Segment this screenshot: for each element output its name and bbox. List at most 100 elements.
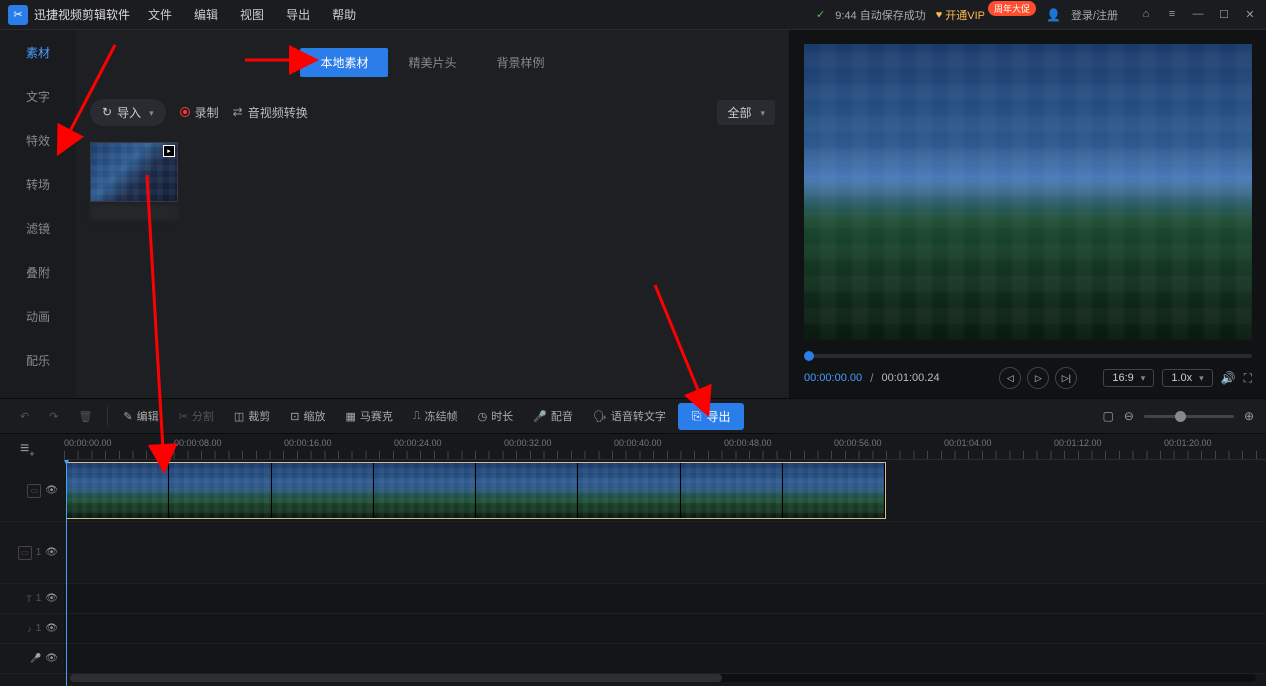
edit-button[interactable]: ✎编辑	[115, 404, 166, 428]
microphone-icon: 🎤	[533, 410, 547, 423]
video-track-header[interactable]: ▭ 👁	[0, 460, 64, 522]
clock-icon: ◷	[478, 410, 488, 423]
current-time: 00:00:00.00	[804, 372, 862, 384]
ruler-mark: 00:00:00.00	[64, 438, 112, 448]
voice-track-header[interactable]: 🎤 👁	[0, 644, 64, 674]
home-icon[interactable]: ⌂	[1138, 8, 1154, 21]
menu-export[interactable]: 导出	[286, 6, 310, 23]
tab-intros[interactable]: 精美片头	[388, 48, 476, 77]
next-frame-button[interactable]: ▷|	[1055, 367, 1077, 389]
hamburger-icon[interactable]: ≡	[1164, 8, 1180, 21]
prev-frame-button[interactable]: ◁	[999, 367, 1021, 389]
ruler-mark: 00:00:40.00	[614, 438, 662, 448]
minimize-icon[interactable]: —	[1190, 8, 1206, 21]
undo-icon: ↶	[20, 410, 29, 423]
voice-track-lane[interactable]	[64, 644, 1266, 674]
eye-icon[interactable]: 👁	[45, 593, 58, 604]
mosaic-button[interactable]: ▦马赛克	[337, 404, 400, 428]
eye-icon[interactable]: 👁	[45, 653, 58, 664]
eye-icon[interactable]: 👁	[45, 547, 58, 558]
split-button[interactable]: ✂分割	[171, 404, 222, 428]
timeline-area: ≡+ 00:00:00.0000:00:08.0000:00:16.0000:0…	[0, 434, 1266, 686]
pencil-icon: ✎	[123, 410, 132, 423]
volume-icon[interactable]: 🔊	[1221, 371, 1236, 385]
preview-progress-bar[interactable]	[804, 354, 1252, 358]
track-headers: ▭ 👁 ▭1 👁 T1 👁 ♪1 👁 🎤 👁	[0, 460, 64, 686]
redo-button[interactable]: ↷	[41, 406, 66, 427]
sidebar-item-text[interactable]: 文字	[0, 74, 76, 118]
stt-button[interactable]: 🗣语音转文字	[585, 404, 674, 428]
text-track-header[interactable]: T1 👁	[0, 584, 64, 614]
record-icon	[180, 107, 190, 117]
crop-icon: ◫	[234, 410, 244, 423]
video-track-lane[interactable]	[64, 460, 1266, 522]
aspect-ratio-select[interactable]: 16:9	[1103, 369, 1154, 387]
crop-button[interactable]: ◫裁剪	[226, 404, 278, 428]
menu-view[interactable]: 视图	[240, 6, 264, 23]
tab-local-media[interactable]: 本地素材	[300, 48, 388, 77]
sidebar-item-filter[interactable]: 滤镜	[0, 206, 76, 250]
progress-handle[interactable]	[804, 351, 814, 361]
close-icon[interactable]: ✕	[1242, 8, 1258, 21]
sidebar-item-media[interactable]: 素材	[0, 30, 76, 74]
overlay-track-lane[interactable]	[64, 522, 1266, 584]
menu-bar: 文件 编辑 视图 导出 帮助	[148, 6, 356, 23]
tab-backgrounds[interactable]: 背景样例	[477, 48, 565, 77]
trash-icon: 🗑	[78, 410, 92, 423]
audio-track-lane[interactable]	[64, 614, 1266, 644]
playhead[interactable]	[66, 460, 67, 686]
media-grid: ▸	[76, 132, 789, 398]
left-sidebar: 素材 文字 特效 转场 滤镜 叠附 动画 配乐	[0, 30, 76, 398]
zoom-in-icon[interactable]: ⊕	[1244, 409, 1254, 423]
record-button[interactable]: 录制	[180, 104, 219, 121]
eye-icon[interactable]: 👁	[45, 623, 58, 634]
horizontal-scrollbar[interactable]	[70, 674, 1256, 682]
undo-button[interactable]: ↶	[12, 406, 37, 427]
ruler-mark: 00:01:20.00	[1164, 438, 1212, 448]
play-overlay-icon: ▸	[163, 145, 175, 157]
track-lanes	[64, 460, 1266, 686]
media-clip-thumbnail[interactable]: ▸	[90, 142, 178, 220]
overlay-track-header[interactable]: ▭1 👁	[0, 522, 64, 584]
timeline-ruler[interactable]: 00:00:00.0000:00:08.0000:00:16.0000:00:2…	[64, 434, 1266, 460]
menu-file[interactable]: 文件	[148, 6, 172, 23]
fullscreen-icon[interactable]: ⛶	[1244, 371, 1252, 386]
filter-select[interactable]: 全部	[717, 100, 775, 125]
duration-button[interactable]: ◷时长	[470, 404, 522, 428]
zoom-out-icon[interactable]: ⊖	[1124, 409, 1134, 423]
add-track-button[interactable]: ≡+	[20, 440, 35, 459]
ruler-mark: 00:00:48.00	[724, 438, 772, 448]
zoom-icon: ⊡	[290, 410, 299, 423]
sidebar-item-animation[interactable]: 动画	[0, 294, 76, 338]
zoom-handle[interactable]	[1175, 411, 1186, 422]
sidebar-item-music[interactable]: 配乐	[0, 338, 76, 382]
export-button[interactable]: ⎘导出	[678, 403, 745, 430]
ruler-mark: 00:00:08.00	[174, 438, 222, 448]
import-button[interactable]: ↻ 导入	[90, 99, 166, 126]
heart-icon: ♥	[936, 9, 943, 21]
sidebar-item-overlay[interactable]: 叠附	[0, 250, 76, 294]
freeze-button[interactable]: ⎍冻结帧	[405, 404, 466, 428]
play-button[interactable]: ▷	[1027, 367, 1049, 389]
screenshot-icon[interactable]: ▢	[1103, 409, 1114, 423]
app-logo-icon: ✂	[8, 5, 28, 25]
sidebar-item-effects[interactable]: 特效	[0, 118, 76, 162]
audio-track-header[interactable]: ♪1 👁	[0, 614, 64, 644]
dub-button[interactable]: 🎤配音	[525, 404, 581, 428]
sidebar-item-transition[interactable]: 转场	[0, 162, 76, 206]
maximize-icon[interactable]: ☐	[1216, 8, 1232, 21]
menu-help[interactable]: 帮助	[332, 6, 356, 23]
preview-video[interactable]	[804, 44, 1252, 340]
vip-button[interactable]: ♥ 开通VIP 周年大促	[936, 7, 1036, 23]
speed-select[interactable]: 1.0x	[1162, 369, 1212, 387]
convert-button[interactable]: ⇄ 音视频转换	[233, 104, 308, 121]
video-clip[interactable]	[66, 462, 886, 519]
delete-button[interactable]: 🗑	[70, 406, 100, 427]
menu-edit[interactable]: 编辑	[194, 6, 218, 23]
zoom-slider[interactable]	[1144, 415, 1234, 418]
login-button[interactable]: 登录/注册	[1071, 7, 1118, 23]
text-icon: T	[26, 594, 32, 604]
text-track-lane[interactable]	[64, 584, 1266, 614]
zoom-button[interactable]: ⊡缩放	[282, 404, 333, 428]
eye-icon[interactable]: 👁	[45, 485, 58, 496]
